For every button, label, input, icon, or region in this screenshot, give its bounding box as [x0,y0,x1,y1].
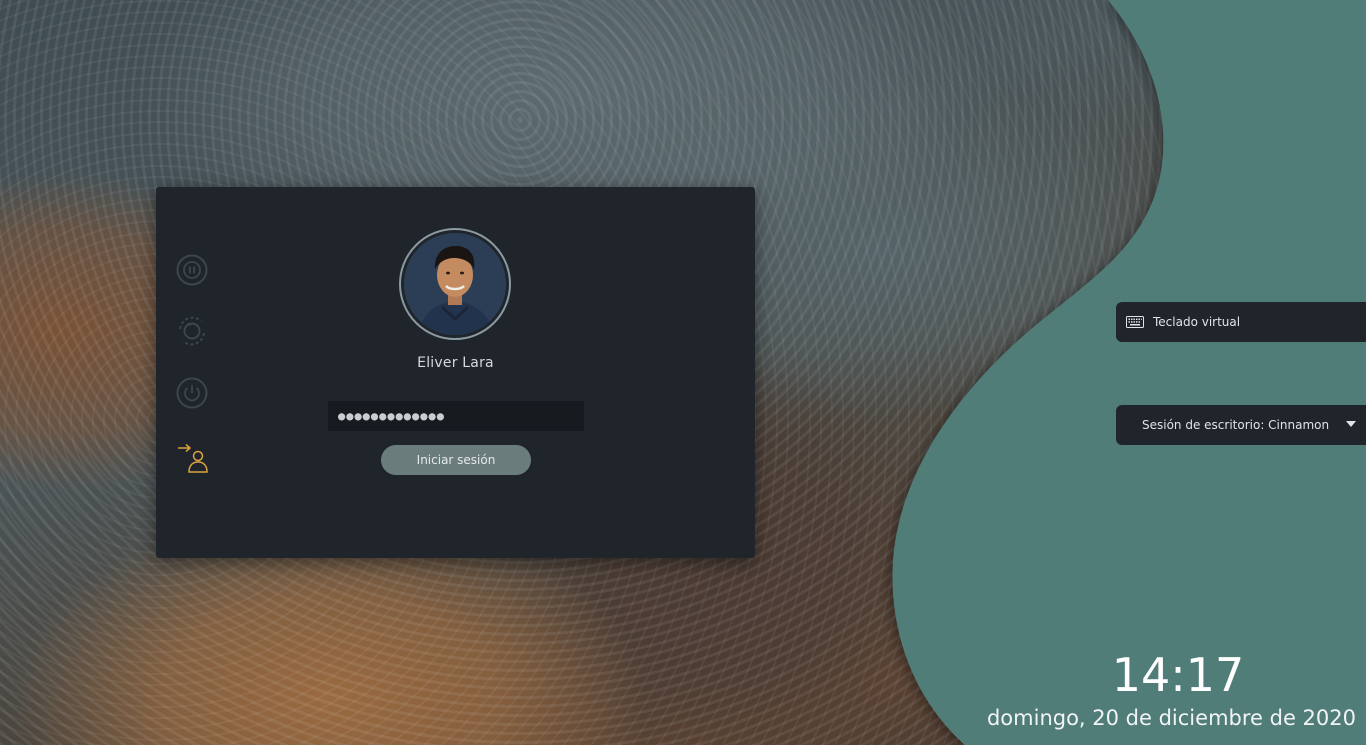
login-screen: Eliver Lara Iniciar sesión Teclado virtu… [0,0,1366,745]
suspend-icon [176,254,208,286]
avatar-frame [399,228,511,340]
dropdown-arrow-icon [1346,421,1356,427]
restart-icon [179,316,205,346]
switch-user-button[interactable] [175,441,209,475]
shutdown-button[interactable] [175,376,209,410]
virtual-keyboard-label: Teclado virtual [1153,315,1241,329]
restart-button[interactable] [175,314,209,348]
suspend-button[interactable] [175,253,209,287]
virtual-keyboard-button[interactable]: Teclado virtual [1116,302,1366,342]
avatar [404,233,506,335]
shutdown-icon [176,377,208,409]
clock-time: 14:17 [1111,648,1245,702]
switch-user-icon [178,443,208,473]
clock-date: domingo, 20 de diciembre de 2020 [986,706,1356,730]
keyboard-icon [1126,316,1144,328]
session-selector[interactable]: Sesión de escritorio: Cinnamon [1116,405,1366,445]
password-input[interactable] [328,401,584,431]
session-label: Sesión de escritorio: Cinnamon [1142,418,1330,432]
user-photo [404,233,506,335]
login-button[interactable]: Iniciar sesión [381,445,531,475]
login-card: Eliver Lara Iniciar sesión [156,187,755,558]
user-name: Eliver Lara [417,355,494,371]
